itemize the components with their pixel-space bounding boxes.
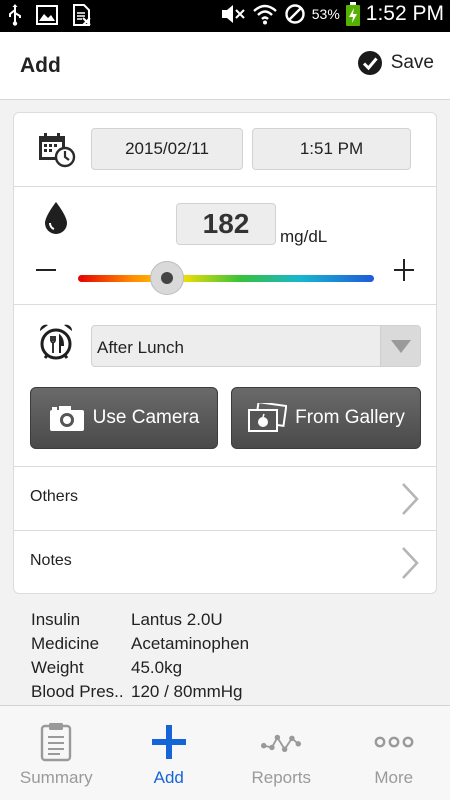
calendar-clock-icon <box>39 133 76 168</box>
nav-add[interactable]: Add <box>113 706 226 800</box>
nav-add-label: Add <box>153 768 184 787</box>
system-status: 53% 1:52 PM <box>220 2 444 26</box>
datetime-section: 2015/02/11 1:51 PM <box>14 113 436 187</box>
detail-value: 45.0kg <box>131 658 183 677</box>
more-dots-icon <box>374 736 413 748</box>
nav-summary-label: Summary <box>19 768 93 787</box>
increase-button[interactable] <box>392 251 416 287</box>
nav-reports-label: Reports <box>251 768 312 787</box>
plus-icon <box>151 725 186 759</box>
dropdown-arrow-icon <box>380 326 420 366</box>
alarm-clock-fork-knife-icon <box>39 324 73 360</box>
photo-gallery-icon <box>248 403 288 432</box>
glucose-value-field[interactable]: 182 <box>176 203 276 245</box>
notification-icons <box>8 4 92 26</box>
glucose-unit: mg/dL <box>280 227 328 246</box>
use-camera-label: Use Camera <box>92 407 200 428</box>
detail-key: Insulin <box>31 610 81 629</box>
image-icon <box>36 5 58 25</box>
no-signal-icon <box>285 4 305 24</box>
from-gallery-label: From Gallery <box>295 407 405 428</box>
notes-row[interactable]: Notes <box>14 531 436 594</box>
nav-more-label: More <box>374 768 414 787</box>
nav-more[interactable]: More <box>338 706 450 800</box>
detail-row: Weight 45.0kg <box>31 658 431 682</box>
status-bar: 53% 1:52 PM <box>0 0 450 32</box>
detail-row: Medicine Acetaminophen <box>31 634 431 658</box>
detail-value: Acetaminophen <box>131 634 250 653</box>
save-button[interactable]: Save <box>357 50 434 76</box>
others-label: Others <box>30 488 79 505</box>
chevron-right-icon <box>402 547 419 579</box>
blood-drop-icon <box>45 202 67 234</box>
detail-value: 120 / 80mmHg <box>131 682 243 701</box>
date-field[interactable]: 2015/02/11 <box>91 128 243 170</box>
use-camera-button[interactable]: Use Camera <box>30 387 218 449</box>
meal-section: After Lunch Use Camera From Gallery <box>14 305 436 467</box>
glucose-slider-thumb[interactable] <box>149 261 184 295</box>
detail-key: Weight <box>31 658 84 677</box>
chevron-right-icon <box>402 483 419 515</box>
decrease-button[interactable] <box>34 251 58 287</box>
entry-details: Insulin Lantus 2.0U Medicine Acetaminoph… <box>31 610 431 706</box>
detail-key: Blood Pres.. <box>31 682 124 701</box>
clock: 1:52 PM <box>365 2 444 25</box>
battery-percent: 53% <box>311 6 340 22</box>
nav-reports[interactable]: Reports <box>225 706 338 800</box>
others-row[interactable]: Others <box>14 467 436 531</box>
entry-card: 2015/02/11 1:51 PM 182 mg/dL After Lunch <box>13 112 437 594</box>
nav-summary[interactable]: Summary <box>0 706 113 800</box>
meal-selected-value: After Lunch <box>97 338 184 357</box>
mute-icon <box>221 5 245 23</box>
detail-value: Lantus 2.0U <box>131 610 223 629</box>
save-label: Save <box>390 52 434 73</box>
from-gallery-button[interactable]: From Gallery <box>231 387 421 449</box>
time-field[interactable]: 1:51 PM <box>252 128 411 170</box>
glucose-slider-track[interactable] <box>78 275 374 282</box>
wifi-icon <box>252 4 277 25</box>
clipboard-icon <box>40 723 72 762</box>
bottom-nav: Summary Add Reports More <box>0 705 450 800</box>
action-bar: Add Save <box>0 32 450 100</box>
notes-label: Notes <box>30 552 72 569</box>
battery-charging-icon <box>345 2 360 26</box>
chart-icon <box>261 734 301 752</box>
check-circle-icon <box>357 51 382 75</box>
page-title: Add <box>20 54 61 77</box>
glucose-section: 182 mg/dL <box>14 187 436 305</box>
detail-key: Medicine <box>31 634 100 653</box>
detail-row: Insulin Lantus 2.0U <box>31 610 431 634</box>
document-icon <box>73 4 91 26</box>
meal-dropdown[interactable]: After Lunch <box>91 325 421 367</box>
usb-icon <box>9 4 21 26</box>
camera-icon <box>49 406 84 431</box>
detail-row: Blood Pres.. 120 / 80mmHg <box>31 682 431 706</box>
